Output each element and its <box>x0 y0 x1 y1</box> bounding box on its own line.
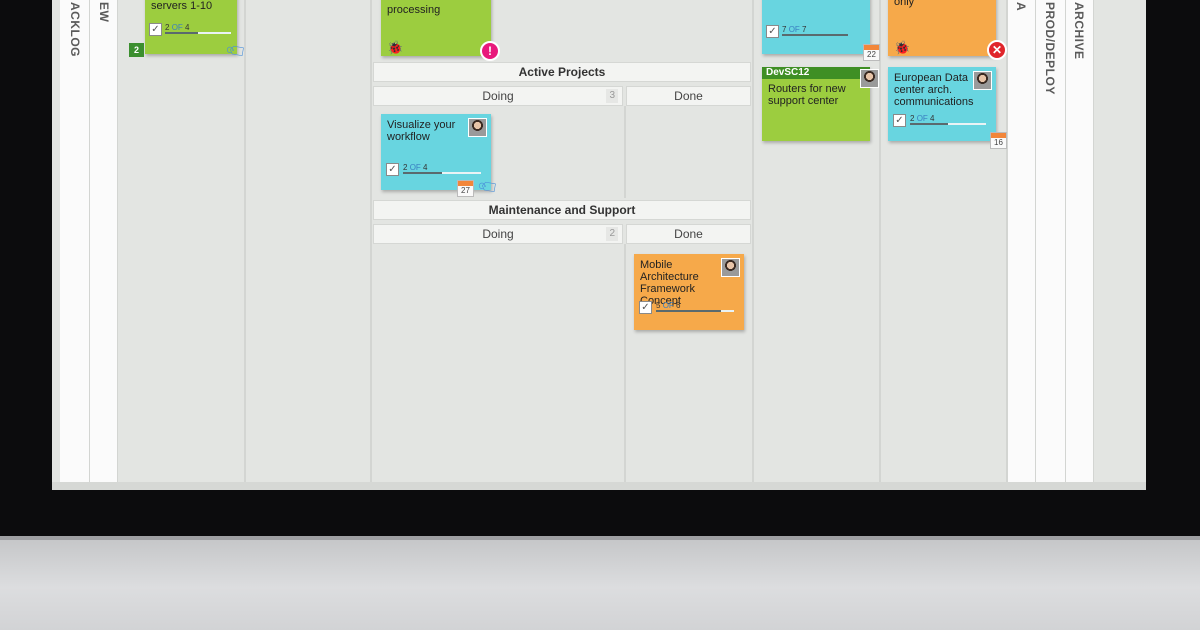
checklist-icon: ✓ <box>893 114 906 127</box>
card-progress-fill <box>403 172 442 174</box>
card-visualize-workflow[interactable]: Visualize your workflow ✓ 2 OF 4 <box>381 114 491 190</box>
archive-label: ARCHIVE <box>1072 2 1086 60</box>
card-cyan-top[interactable]: ✓ 7 OF 7 <box>762 0 870 54</box>
maint-done-header[interactable]: Done <box>626 224 751 244</box>
checklist-icon: ✓ <box>639 301 652 314</box>
card-title: Routers for new support center <box>768 83 846 107</box>
partial-label: A <box>1014 2 1028 12</box>
prod-deploy-label: PROD/DEPLOY <box>1043 2 1057 95</box>
card-progress-bar <box>910 123 986 125</box>
active-doing-wip-limit: 3 <box>606 89 618 103</box>
bug-icon: 🐞 <box>387 40 404 55</box>
card-processing-top[interactable]: processing 🐞 <box>381 0 491 56</box>
card-title: only <box>894 0 915 8</box>
card-progress-fill <box>656 310 721 312</box>
maint-doing-header[interactable]: Doing 2 <box>373 224 623 244</box>
active-doing-done-divider <box>624 106 626 198</box>
maint-doing-done-divider <box>624 244 626 482</box>
active-doing-header[interactable]: Doing 3 <box>373 86 623 106</box>
lane-header-active-projects[interactable]: Active Projects <box>373 62 751 82</box>
card-progress-bar <box>165 32 231 34</box>
review-column[interactable]: EW <box>90 0 118 482</box>
kanban-board: ACKLOG EW A PROD/DEPLOY ARCHIVE Active P… <box>52 0 1146 490</box>
card-title: European Data center arch. communication… <box>894 72 974 108</box>
avatar[interactable] <box>973 71 992 90</box>
card-title: processing <box>387 4 441 16</box>
bug-icon: 🐞 <box>894 40 911 55</box>
lane-1 <box>118 0 246 482</box>
card-id-header: DevSC12 <box>762 67 870 79</box>
maint-doing-wip-limit: 2 <box>606 227 618 241</box>
card-title: Visualize your workflow <box>387 119 456 143</box>
card-backlog-top[interactable]: servers 1-10 ✓ 2 OF 4 <box>145 0 237 54</box>
review-label: EW <box>97 2 111 23</box>
monitor-chin <box>0 536 1200 630</box>
active-done-label: Done <box>674 89 703 103</box>
card-progress-fill <box>782 34 848 36</box>
card-title: servers 1-10 <box>151 0 213 12</box>
prod-deploy-column[interactable]: PROD/DEPLOY <box>1036 0 1066 482</box>
card-orange-top[interactable]: only 🐞 <box>888 0 996 56</box>
due-date-icon[interactable]: 27 <box>457 180 474 197</box>
card-title: Mobile Architecture Framework Concept <box>640 259 699 307</box>
screen-bottom-edge <box>52 482 1146 490</box>
avatar[interactable] <box>860 69 879 88</box>
active-doing-label: Doing <box>482 89 514 103</box>
checklist-icon: ✓ <box>766 25 779 38</box>
avatar[interactable] <box>468 118 487 137</box>
active-done-header[interactable]: Done <box>626 86 751 106</box>
lane-2 <box>246 0 372 482</box>
avatar[interactable] <box>721 258 740 277</box>
card-mobile-architecture[interactable]: Mobile Architecture Framework Concept ✓ … <box>634 254 744 330</box>
alert-exclamation-icon[interactable]: ! <box>480 41 500 61</box>
card-count-badge: 2 <box>129 43 144 57</box>
due-date-icon[interactable]: 22 <box>863 44 880 61</box>
backlog-column[interactable]: ACKLOG <box>60 0 90 482</box>
card-progress-bar <box>656 310 734 312</box>
checklist-icon: ✓ <box>386 163 399 176</box>
card-progress-fill <box>910 123 948 125</box>
card-european-data-center[interactable]: European Data center arch. communication… <box>888 67 996 141</box>
maint-done-label: Done <box>674 227 703 241</box>
partial-column[interactable]: A <box>1008 0 1036 482</box>
lane-header-maintenance[interactable]: Maintenance and Support <box>373 200 751 220</box>
maint-doing-label: Doing <box>482 227 514 241</box>
card-progress-bar <box>403 172 481 174</box>
due-date-icon[interactable]: 16 <box>990 132 1007 149</box>
checklist-icon: ✓ <box>149 23 162 36</box>
card-progress-bar <box>782 34 848 36</box>
archive-column[interactable]: ARCHIVE <box>1066 0 1094 482</box>
card-devsc12[interactable]: DevSC12 Routers for new support center <box>762 67 870 141</box>
blocked-icon[interactable]: ✕ <box>987 40 1007 60</box>
backlog-label: ACKLOG <box>68 2 82 57</box>
card-progress-fill <box>165 32 198 34</box>
